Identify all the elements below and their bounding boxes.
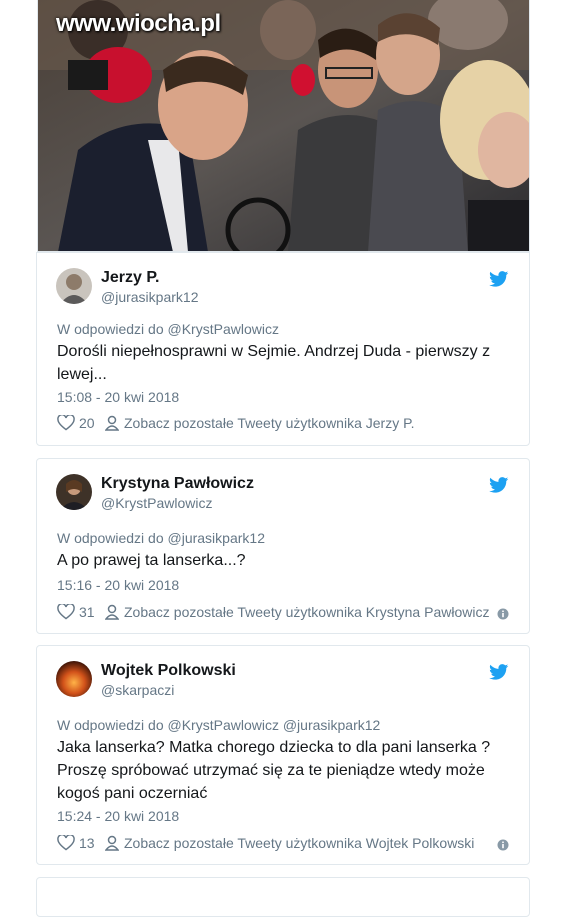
news-photo: www.wiocha.pl [37,0,530,252]
avatar[interactable] [56,474,92,510]
tweet-timestamp[interactable]: 15:16 - 20 kwi 2018 [57,577,179,593]
twitter-bird-icon[interactable] [489,271,509,287]
tweet-actions: 20 Zobacz pozostałe Tweety użytkownika J… [57,415,509,435]
more-tweets-label: Zobacz pozostałe Tweety użytkownika Wojt… [124,835,475,851]
author-name[interactable]: Wojtek Polkowski [101,662,236,680]
like-count: 20 [79,415,95,431]
avatar[interactable] [56,268,92,304]
tweet-actions: 31 Zobacz pozostałe Tweety użytkownika K… [57,604,509,624]
tweet-timestamp[interactable]: 15:24 - 20 kwi 2018 [57,808,179,824]
tweet-text: Dorośli niepełnosprawni w Sejmie. Andrze… [57,343,491,383]
author-name[interactable]: Jerzy P. [101,269,159,287]
tweet-card-krystyna[interactable]: Krystyna Pawłowicz @KrystPawlowicz W odp… [36,458,530,634]
heart-icon [57,415,75,431]
watermark-text: www.wiocha.pl [56,10,221,37]
heart-icon [57,835,75,851]
like-button[interactable]: 20 [57,415,95,431]
like-count: 13 [79,835,95,851]
more-tweets-link[interactable]: Zobacz pozostałe Tweety użytkownika Wojt… [105,835,474,851]
author-handle[interactable]: @skarpaczi [101,682,174,698]
info-icon[interactable] [497,608,509,620]
tweet-timestamp[interactable]: 15:08 - 20 kwi 2018 [57,389,179,405]
more-tweets-label: Zobacz pozostałe Tweety użytkownika Jerz… [124,415,415,431]
avatar[interactable] [56,661,92,697]
like-button[interactable]: 31 [57,604,95,620]
tweet-card-wojtek[interactable]: Wojtek Polkowski @skarpaczi W odpowiedzi… [36,645,530,865]
person-icon [105,415,119,431]
person-icon [105,835,119,851]
reply-to[interactable]: W odpowiedzi do @KrystPawlowicz @jurasik… [57,717,380,733]
tweet-text: A po prawej ta lanserka...? [57,552,246,569]
twitter-bird-icon[interactable] [489,664,509,680]
more-tweets-link[interactable]: Zobacz pozostałe Tweety użytkownika Krys… [105,604,489,620]
twitter-bird-icon[interactable] [489,477,509,493]
tweet-card-partial[interactable] [36,877,530,917]
more-tweets-label: Zobacz pozostałe Tweety użytkownika Krys… [124,604,490,620]
tweet-text: Jaka lanserka? Matka chorego dziecka to … [57,739,491,802]
tweet-card-jerzy[interactable]: Jerzy P. @jurasikpark12 W odpowiedzi do … [36,252,530,446]
like-button[interactable]: 13 [57,835,95,851]
author-name[interactable]: Krystyna Pawłowicz [101,475,254,493]
more-tweets-link[interactable]: Zobacz pozostałe Tweety użytkownika Jerz… [105,415,415,431]
author-handle[interactable]: @KrystPawlowicz [101,495,212,511]
author-handle[interactable]: @jurasikpark12 [101,289,198,305]
reply-to[interactable]: W odpowiedzi do @jurasikpark12 [57,530,265,546]
reply-to[interactable]: W odpowiedzi do @KrystPawlowicz [57,321,279,337]
tweet-actions: 13 Zobacz pozostałe Tweety użytkownika W… [57,835,509,855]
person-icon [105,604,119,620]
heart-icon [57,604,75,620]
info-icon[interactable] [497,839,509,851]
like-count: 31 [79,604,95,620]
